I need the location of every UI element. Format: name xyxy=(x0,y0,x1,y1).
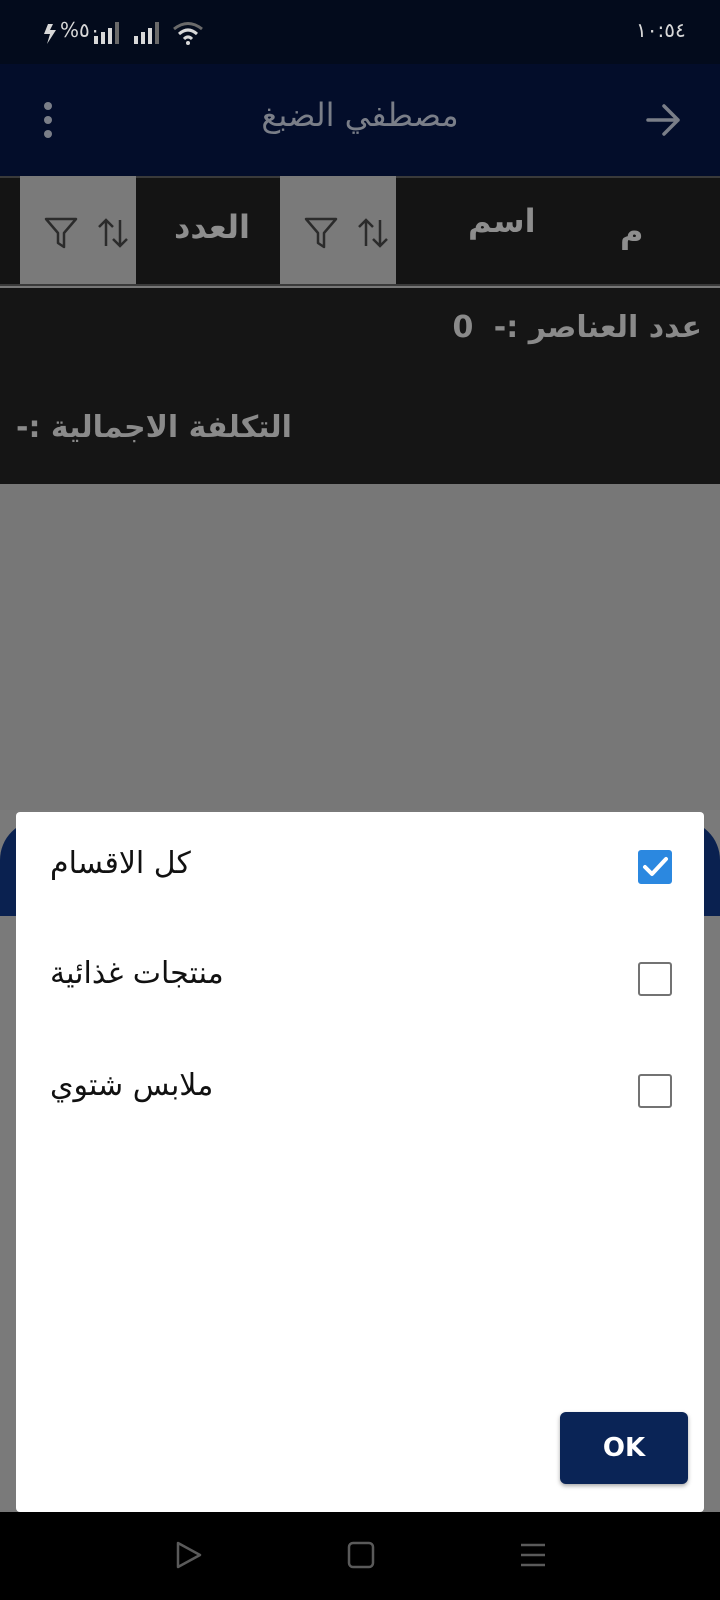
clock: ١٠:٥٤ xyxy=(636,18,686,42)
items-count-value: 0 xyxy=(452,310,474,345)
system-nav-bar xyxy=(0,1512,720,1600)
option-row[interactable]: كل الاقسام xyxy=(16,812,704,924)
items-count-row: عدد العناصر :- 0 xyxy=(452,310,702,345)
checkbox-all-categories[interactable] xyxy=(638,850,672,884)
page-title: مصطفي الضبغ xyxy=(261,96,459,134)
option-label: كل الاقسام xyxy=(50,846,191,881)
check-icon xyxy=(643,857,668,876)
items-count-label: عدد العناصر :- xyxy=(493,310,702,345)
filter-icon[interactable] xyxy=(44,216,78,250)
column-header-name[interactable]: اسم xyxy=(468,202,536,240)
checkbox-winter-clothes[interactable] xyxy=(638,1074,672,1108)
header-edge xyxy=(0,178,20,284)
back-triangle-icon[interactable] xyxy=(174,1540,204,1570)
sort-icon[interactable] xyxy=(96,216,130,250)
checkbox-food-products[interactable] xyxy=(638,962,672,996)
ok-button[interactable]: OK xyxy=(560,1412,688,1484)
option-row[interactable]: ملابس شتوي xyxy=(16,1036,704,1148)
recents-menu-icon[interactable] xyxy=(518,1540,548,1570)
status-bar: %٥٠ ١٠:٥٤ xyxy=(0,0,720,64)
filter-icon[interactable] xyxy=(304,216,338,250)
option-label: ملابس شتوي xyxy=(50,1068,214,1103)
arrow-right-icon[interactable] xyxy=(644,100,684,140)
total-cost-label: التكلفة الاجمالية :- xyxy=(16,410,292,445)
home-square-icon[interactable] xyxy=(346,1540,376,1570)
option-row[interactable]: منتجات غذائية xyxy=(16,924,704,1036)
category-filter-dialog: كل الاقسام منتجات غذائية ملابس شتوي OK xyxy=(16,812,704,1512)
wifi-icon xyxy=(173,22,203,45)
sort-icon[interactable] xyxy=(356,216,390,250)
column-header-index[interactable]: م xyxy=(620,212,643,250)
column-header-count[interactable]: العدد xyxy=(174,208,250,246)
option-label: منتجات غذائية xyxy=(50,956,224,991)
